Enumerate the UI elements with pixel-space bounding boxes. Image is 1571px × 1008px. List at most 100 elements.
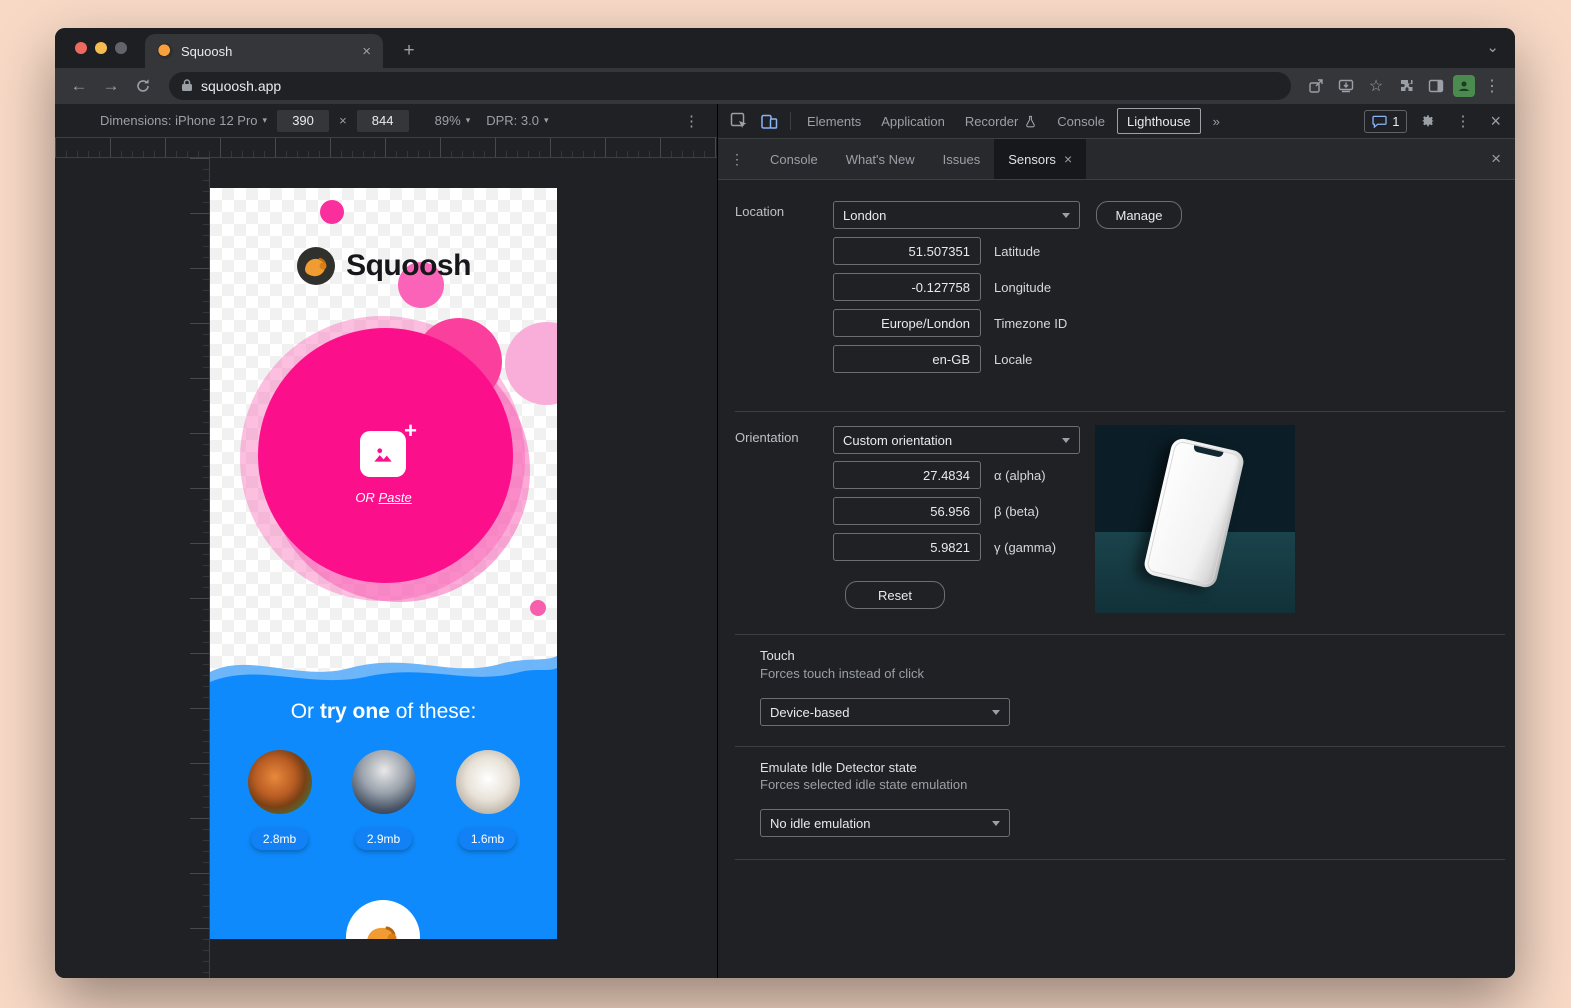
orientation-select-value: Custom orientation <box>843 433 952 448</box>
side-panel-icon[interactable] <box>1423 73 1449 99</box>
sample-item[interactable]: 2.9mb <box>352 750 416 850</box>
paste-hint: OR Paste <box>210 490 557 505</box>
device-toolbar-menu-icon[interactable]: ⋮ <box>676 112 707 130</box>
browser-toolbar: ← → squoosh.app ☆ <box>55 68 1515 104</box>
tab-close-icon[interactable]: × <box>362 43 371 60</box>
locale-row: Locale <box>833 345 1032 373</box>
locale-input[interactable] <box>833 345 981 373</box>
alpha-input[interactable] <box>833 461 981 489</box>
phone-3d-model <box>1142 436 1246 589</box>
install-icon[interactable] <box>1333 73 1359 99</box>
more-tabs-icon[interactable]: » <box>1203 104 1230 138</box>
device-dimensions-dropdown[interactable]: Dimensions: iPhone 12 Pro ▾ <box>100 113 267 128</box>
share-icon[interactable] <box>1303 73 1329 99</box>
section-divider <box>735 411 1505 412</box>
window-controls <box>75 42 127 54</box>
latitude-label: Latitude <box>994 244 1040 259</box>
longitude-input[interactable] <box>833 273 981 301</box>
orientation-preview[interactable] <box>1095 425 1295 613</box>
inspect-element-icon[interactable] <box>724 107 754 135</box>
pink-blob-decoration <box>320 200 344 224</box>
touch-section-title: Touch <box>760 648 795 663</box>
devtools-close-icon[interactable]: × <box>1482 111 1509 132</box>
tab-console[interactable]: Console <box>1047 104 1115 138</box>
touch-select-value: Device-based <box>770 705 850 720</box>
device-toolbar-toggle-icon[interactable] <box>754 107 784 135</box>
sample-image-phone[interactable] <box>456 750 520 814</box>
latitude-input[interactable] <box>833 237 981 265</box>
console-messages-button[interactable]: 1 <box>1364 110 1407 133</box>
reset-button[interactable]: Reset <box>845 581 945 609</box>
location-select[interactable]: London <box>833 201 1080 229</box>
tab-elements[interactable]: Elements <box>797 104 871 138</box>
locale-label: Locale <box>994 352 1032 367</box>
browser-menu-icon[interactable]: ⋮ <box>1479 73 1505 99</box>
back-icon[interactable]: ← <box>65 72 93 100</box>
settings-gear-icon[interactable] <box>1413 107 1443 135</box>
orientation-select[interactable]: Custom orientation <box>833 426 1080 454</box>
sample-item[interactable]: 2.8mb <box>248 750 312 850</box>
tab-application[interactable]: Application <box>871 104 955 138</box>
close-sensors-tab-icon[interactable]: × <box>1064 151 1072 167</box>
device-toolbar: Dimensions: iPhone 12 Pro ▾ × 89% ▾ DPR:… <box>55 104 717 138</box>
add-image-button[interactable]: + <box>360 431 406 477</box>
squoosh-logo: Squoosh <box>210 246 557 286</box>
drawer-tab-sensors[interactable]: Sensors × <box>994 139 1086 179</box>
dpr-dropdown[interactable]: DPR: 3.0 ▾ <box>486 113 548 128</box>
devtools-menu-icon[interactable]: ⋮ <box>1449 112 1476 130</box>
browser-tab[interactable]: Squoosh × <box>145 34 383 68</box>
drawer-menu-icon[interactable]: ⋮ <box>718 151 756 168</box>
viewport-height-input[interactable] <box>357 110 409 132</box>
beta-label: β (beta) <box>994 504 1039 519</box>
location-select-value: London <box>843 208 886 223</box>
touch-select[interactable]: Device-based <box>760 698 1010 726</box>
drawer-tabbar: ⋮ Console What's New Issues Sensors × × <box>718 139 1515 180</box>
content-area: Dimensions: iPhone 12 Pro ▾ × 89% ▾ DPR:… <box>55 104 1515 978</box>
fullscreen-window-button[interactable] <box>115 42 127 54</box>
chevron-down-icon: ▾ <box>544 115 549 126</box>
minimize-window-button[interactable] <box>95 42 107 54</box>
manage-button[interactable]: Manage <box>1096 201 1182 229</box>
idle-select-value: No idle emulation <box>770 816 870 831</box>
drawer-tab-issues[interactable]: Issues <box>929 139 995 179</box>
timezone-row: Timezone ID <box>833 309 1067 337</box>
message-count: 1 <box>1392 114 1399 129</box>
squoosh-favicon-icon <box>157 43 173 59</box>
chevron-down-icon <box>992 821 1000 826</box>
sensors-panel: Location London Manage Latitude Longitud… <box>718 180 1515 978</box>
reload-icon[interactable] <box>129 72 157 100</box>
speech-bubble-icon <box>1372 115 1387 128</box>
tab-lighthouse[interactable]: Lighthouse <box>1117 108 1201 134</box>
browser-window: Squoosh × + ⌄ ← → squoosh.app <box>55 28 1515 978</box>
browser-titlebar: Squoosh × + ⌄ <box>55 28 1515 68</box>
drawer-close-icon[interactable]: × <box>1477 149 1515 169</box>
viewport-width-input[interactable] <box>277 110 329 132</box>
close-window-button[interactable] <box>75 42 87 54</box>
pink-dot-decoration <box>530 600 546 616</box>
idle-select[interactable]: No idle emulation <box>760 809 1010 837</box>
tab-recorder[interactable]: Recorder <box>955 104 1047 138</box>
sample-image-red-panda[interactable] <box>248 750 312 814</box>
sample-item[interactable]: 1.6mb <box>456 750 520 850</box>
timezone-input[interactable] <box>833 309 981 337</box>
profile-avatar[interactable] <box>1453 75 1475 97</box>
bookmark-star-icon[interactable]: ☆ <box>1363 73 1389 99</box>
drawer-tab-whats-new[interactable]: What's New <box>832 139 929 179</box>
zoom-dropdown[interactable]: 89% ▾ <box>435 113 471 128</box>
devtools-pane: Elements Application Recorder Console Li… <box>718 104 1515 978</box>
sample-image-person-dog[interactable] <box>352 750 416 814</box>
drawer-tab-console[interactable]: Console <box>756 139 832 179</box>
address-bar[interactable]: squoosh.app <box>169 72 1291 100</box>
paste-link[interactable]: Paste <box>378 490 411 505</box>
try-one-heading: Or try one of these: <box>210 700 557 724</box>
wave-decoration <box>210 638 557 698</box>
forward-icon[interactable]: → <box>97 72 125 100</box>
gamma-input[interactable] <box>833 533 981 561</box>
beta-input[interactable] <box>833 497 981 525</box>
try-bold: try one <box>320 700 390 723</box>
tab-search-chevron-icon[interactable]: ⌄ <box>1486 38 1499 56</box>
section-divider <box>735 746 1505 747</box>
extensions-puzzle-icon[interactable] <box>1393 73 1419 99</box>
chevron-down-icon: ▾ <box>263 115 268 126</box>
new-tab-button[interactable]: + <box>397 39 421 63</box>
